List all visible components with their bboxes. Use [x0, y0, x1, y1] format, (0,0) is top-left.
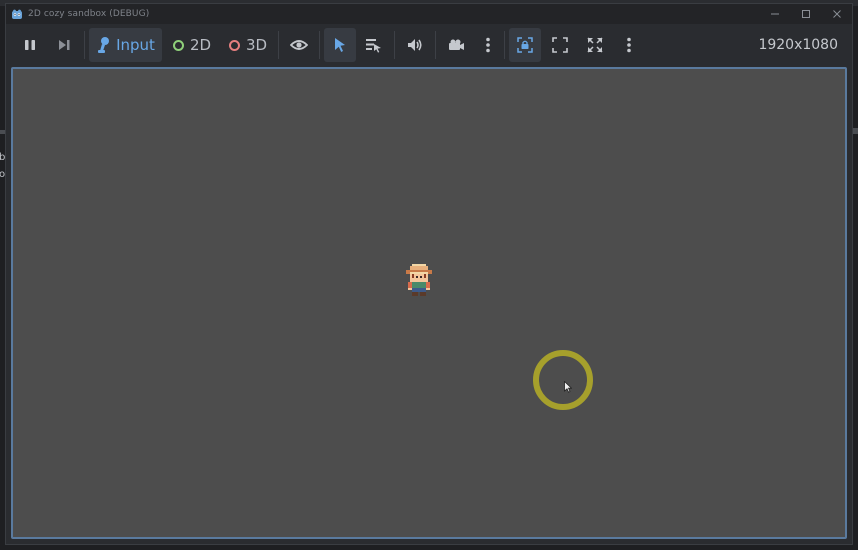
- select-arrow-icon: [335, 38, 345, 52]
- camera-lock-button[interactable]: [509, 28, 541, 62]
- debug-toolbar: Input 2D 3D 1920x1080: [6, 24, 852, 66]
- mouse-cursor-icon: [564, 381, 572, 393]
- maximize-button[interactable]: [790, 4, 821, 24]
- ring-2d-icon: [172, 39, 184, 51]
- minimize-icon: [770, 13, 779, 15]
- more-options-button[interactable]: [617, 28, 641, 62]
- toolbar-separator: [278, 31, 279, 59]
- eye-icon: [290, 40, 308, 50]
- input-mode-button[interactable]: Input: [89, 28, 162, 62]
- list-select-icon: [366, 39, 381, 53]
- input-joystick-icon: [98, 37, 110, 53]
- mode-2d-label: 2D: [189, 36, 212, 54]
- select-mode-button[interactable]: [324, 28, 356, 62]
- pause-button[interactable]: [14, 28, 46, 62]
- player-sprite[interactable]: [404, 264, 434, 296]
- toolbar-separator: [435, 31, 436, 59]
- fit-expand-icon: [552, 37, 568, 53]
- fit-view-button[interactable]: [544, 28, 576, 62]
- ring-3d-icon: [228, 39, 240, 51]
- window-title: 2D cozy sandbox (DEBUG): [28, 9, 150, 19]
- audio-button[interactable]: [399, 28, 431, 62]
- game-window: 2D cozy sandbox (DEBUG) Input 2D 3D 1920…: [5, 3, 853, 545]
- list-select-button[interactable]: [358, 28, 390, 62]
- pause-icon: [25, 40, 35, 50]
- mode-3d-button[interactable]: 3D: [222, 28, 274, 62]
- step-frame-icon: [59, 40, 70, 50]
- maximize-icon: [801, 10, 810, 18]
- target-ring: [533, 350, 593, 410]
- visibility-button[interactable]: [283, 28, 315, 62]
- vertical-dots-icon: [486, 37, 490, 53]
- game-viewport[interactable]: [11, 67, 847, 539]
- mode-3d-label: 3D: [245, 36, 268, 54]
- speaker-icon: [408, 39, 422, 51]
- fullscreen-icon: [587, 37, 603, 53]
- window-controls: [759, 4, 852, 24]
- toolbar-separator: [394, 31, 395, 59]
- step-frame-button[interactable]: [48, 28, 80, 62]
- mode-2d-button[interactable]: 2D: [166, 28, 218, 62]
- close-button[interactable]: [821, 4, 852, 24]
- toolbar-separator: [84, 31, 85, 59]
- fullscreen-button[interactable]: [579, 28, 611, 62]
- input-mode-label: Input: [116, 36, 155, 54]
- resolution-label: 1920x1080: [758, 37, 838, 53]
- title-bar: 2D cozy sandbox (DEBUG): [6, 4, 852, 24]
- camera-lock-icon: [517, 37, 533, 53]
- toolbar-separator: [319, 31, 320, 59]
- toolbar-separator: [504, 31, 505, 59]
- godot-app-icon: [12, 9, 22, 19]
- close-icon: [832, 10, 841, 18]
- camera-button[interactable]: [440, 28, 472, 62]
- vertical-dots-icon: [627, 37, 631, 53]
- minimize-button[interactable]: [759, 4, 790, 24]
- camera-options-button[interactable]: [476, 28, 500, 62]
- camera-icon: [449, 39, 464, 50]
